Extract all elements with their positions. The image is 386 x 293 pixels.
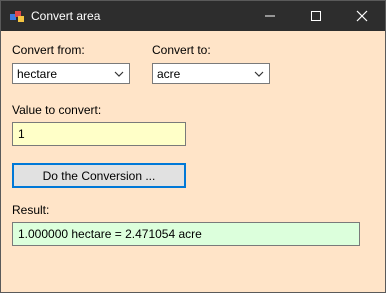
value-input-text: 1 [18,127,25,141]
app-icon [9,8,25,24]
convert-to-value: acre [157,67,181,81]
convert-from-value: hectare [17,67,58,81]
do-conversion-button[interactable]: Do the Conversion ... [12,163,186,188]
convert-to-label: Convert to: [152,43,211,57]
convert-to-select[interactable]: acre [152,63,270,84]
chevron-down-icon [114,71,124,77]
convert-from-select[interactable]: hectare [12,63,130,84]
convert-from-label: Convert from: [12,43,85,57]
maximize-icon [311,11,321,21]
minimize-button[interactable] [247,1,293,31]
result-label: Result: [12,203,50,217]
do-conversion-label: Do the Conversion ... [42,169,156,183]
title-bar[interactable]: Convert area [1,1,385,31]
result-field[interactable]: 1.000000 hectare = 2.471054 acre [12,222,360,246]
value-input[interactable]: 1 [12,122,186,146]
window-title: Convert area [31,9,101,23]
convert-area-window: Convert area Convert from: hectare Conve… [0,0,386,293]
close-icon [356,10,368,22]
chevron-down-icon [254,71,264,77]
close-button[interactable] [339,1,385,31]
minimize-icon [265,15,275,17]
result-text: 1.000000 hectare = 2.471054 acre [18,227,202,241]
maximize-button[interactable] [293,1,339,31]
value-to-convert-label: Value to convert: [12,103,102,117]
